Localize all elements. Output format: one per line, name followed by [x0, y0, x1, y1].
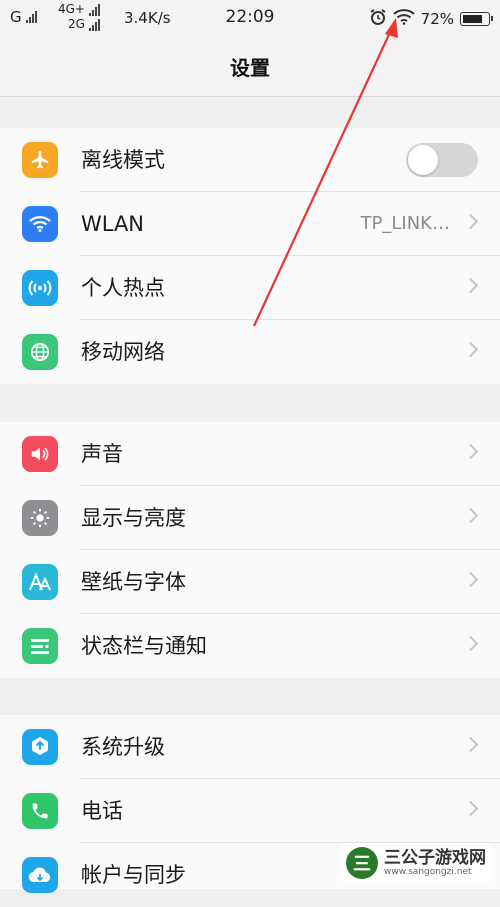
settings-group-display: 声音 显示与亮度 壁纸与字体 状态栏与通知 — [0, 422, 500, 678]
watermark-logo: 三 — [346, 847, 378, 879]
status-bar: G 4G+ 2G 3.4K/s 22:09 72% — [0, 0, 500, 36]
battery-percent: 72% — [420, 10, 454, 28]
settings-item-label: 状态栏与通知 — [81, 634, 207, 658]
watermark: 三 三公子游戏网 www.sangongzi.net — [340, 843, 492, 883]
brightness-icon — [22, 500, 58, 536]
chevron-right-icon — [462, 571, 479, 588]
settings-item-system-upgrade[interactable]: 系统升级 — [0, 715, 500, 779]
notification-icon — [22, 628, 58, 664]
settings-item-label: WLAN — [81, 212, 145, 236]
airplane-mode-toggle[interactable] — [406, 143, 478, 177]
chevron-right-icon — [462, 800, 479, 817]
settings-item-airplane-mode[interactable]: 离线模式 — [0, 128, 500, 192]
settings-group-network: 离线模式 WLAN TP_LINK… 个人热点 移动网络 — [0, 128, 500, 384]
alarm-icon — [369, 8, 387, 30]
settings-item-sound[interactable]: 声音 — [0, 422, 500, 486]
settings-item-label: 电话 — [81, 799, 123, 823]
settings-item-label: 显示与亮度 — [81, 506, 186, 530]
settings-item-label: 系统升级 — [81, 735, 165, 759]
chevron-right-icon — [462, 635, 479, 652]
font-icon — [22, 564, 58, 600]
settings-item-display[interactable]: 显示与亮度 — [0, 486, 500, 550]
speaker-icon — [22, 436, 58, 472]
chevron-right-icon — [462, 277, 479, 294]
settings-item-wallpaper-font[interactable]: 壁纸与字体 — [0, 550, 500, 614]
airplane-icon — [22, 142, 58, 178]
settings-item-phone[interactable]: 电话 — [0, 779, 500, 843]
settings-item-label: 移动网络 — [81, 340, 165, 364]
page-title: 设置 — [0, 36, 500, 97]
wifi-icon — [22, 206, 58, 242]
globe-icon — [22, 334, 58, 370]
chevron-right-icon — [462, 736, 479, 753]
settings-item-label: 离线模式 — [81, 148, 165, 172]
settings-item-label: 帐户与同步 — [81, 863, 186, 887]
settings-item-statusbar-notification[interactable]: 状态栏与通知 — [0, 614, 500, 678]
status-right: 72% — [369, 8, 493, 30]
wifi-icon — [392, 9, 415, 29]
settings-item-hotspot[interactable]: 个人热点 — [0, 256, 500, 320]
watermark-name: 三公子游戏网 — [384, 848, 486, 868]
watermark-url: www.sangongzi.net — [384, 867, 472, 877]
battery-icon — [460, 12, 493, 26]
cloud-icon — [22, 857, 58, 893]
chevron-right-icon — [462, 507, 479, 524]
settings-item-label: 壁纸与字体 — [81, 570, 186, 594]
phone-icon — [22, 793, 58, 829]
settings-item-wlan[interactable]: WLAN TP_LINK… — [0, 192, 500, 256]
hotspot-icon — [22, 270, 58, 306]
settings-item-label: 声音 — [81, 442, 123, 466]
chevron-right-icon — [462, 443, 479, 460]
upgrade-icon — [22, 729, 58, 765]
wlan-network-value: TP_LINK… — [360, 213, 450, 234]
settings-item-mobile-network[interactable]: 移动网络 — [0, 320, 500, 384]
chevron-right-icon — [462, 213, 479, 230]
settings-item-label: 个人热点 — [81, 276, 165, 300]
chevron-right-icon — [462, 341, 479, 358]
